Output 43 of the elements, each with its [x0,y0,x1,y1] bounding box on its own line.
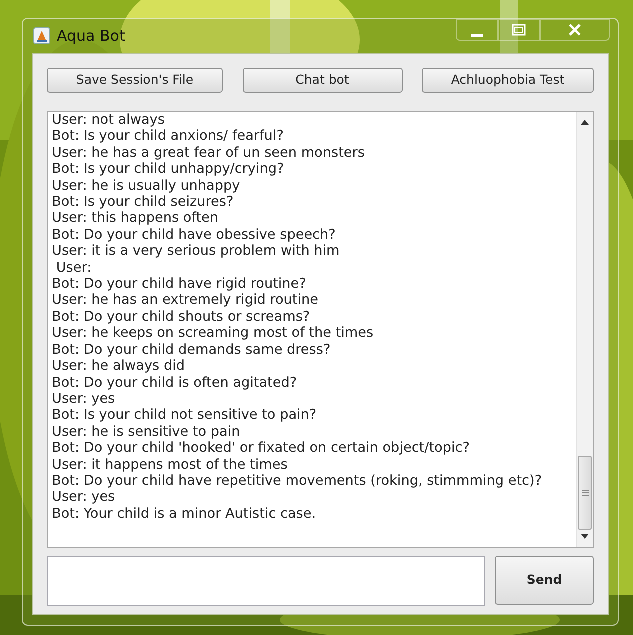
toolbar-button[interactable]: Save Session's File [47,68,223,93]
close-button[interactable] [540,19,610,41]
chat-message: User: yes [52,489,116,506]
chat-message: User: he is sensitive to pain [52,424,242,440]
maximize-button[interactable] [498,19,540,41]
chat-message: Bot: Is your child seizures? [52,194,235,210]
toolbar-button[interactable]: Chat bot [242,68,402,93]
chat-message: Bot: Is your child anxions/ fearful? [52,128,285,145]
chat-message: Bot: Is your child unhappy/crying? [52,161,286,178]
message-input[interactable] [47,556,485,606]
app-icon [33,27,51,45]
chat-message: Bot: Do your child have obessive speech? [52,226,337,244]
scroll-thumb[interactable] [578,456,592,530]
chat-message: Bot: Do your child demands same dress? [52,342,332,358]
chat-message: Bot: Do your child 'hooked' or fixated on certain object/topic? [52,440,471,457]
chat-message: User: he has an extremely rigid routine [52,292,320,309]
chat-message: User: it is a very serious problem with him [52,243,341,260]
send-button[interactable]: Send [495,556,594,605]
scroll-up-icon[interactable] [581,120,589,125]
toolbar-button[interactable]: Achluophobia Test [422,68,594,93]
scroll-down-icon[interactable] [581,534,589,539]
minimize-button[interactable] [456,19,498,41]
grip-icon [582,490,588,496]
chat-message: User: he has a great fear of un seen monsters [52,144,366,162]
chat-message: User: he is usually unhappy [52,178,242,194]
chat-message: User: it happens most of the times [52,456,289,473]
chat-message: User: he keeps on screaming most of the times [52,325,375,342]
chat-message: Bot: Do your child have rigid routine? [52,276,308,292]
chat-message: Bot: Do your child have repetitive movements (roking, stimmming etc)? [52,472,544,490]
window-title: Aqua Bot [57,26,126,47]
chat-message: User: yes [52,390,116,408]
chat-message: User: this happens often [52,210,220,227]
chat-message: User: not always [52,112,166,128]
chat-message: Bot: Do your child is often agitated? [52,374,298,391]
close-icon [568,23,582,37]
chat-message: User: [55,260,93,276]
chat-message: Bot: Do your child shouts or screams? [52,308,312,326]
maximize-icon [511,23,527,37]
chat-message: Bot: Is your child not sensitive to pain? [52,407,318,424]
scrollbar[interactable] [576,112,593,547]
chat-message: Bot: Your child is a minor Autistic case. [52,506,318,522]
minimize-icon [471,34,483,36]
chat-message: User: he always did [52,358,186,374]
